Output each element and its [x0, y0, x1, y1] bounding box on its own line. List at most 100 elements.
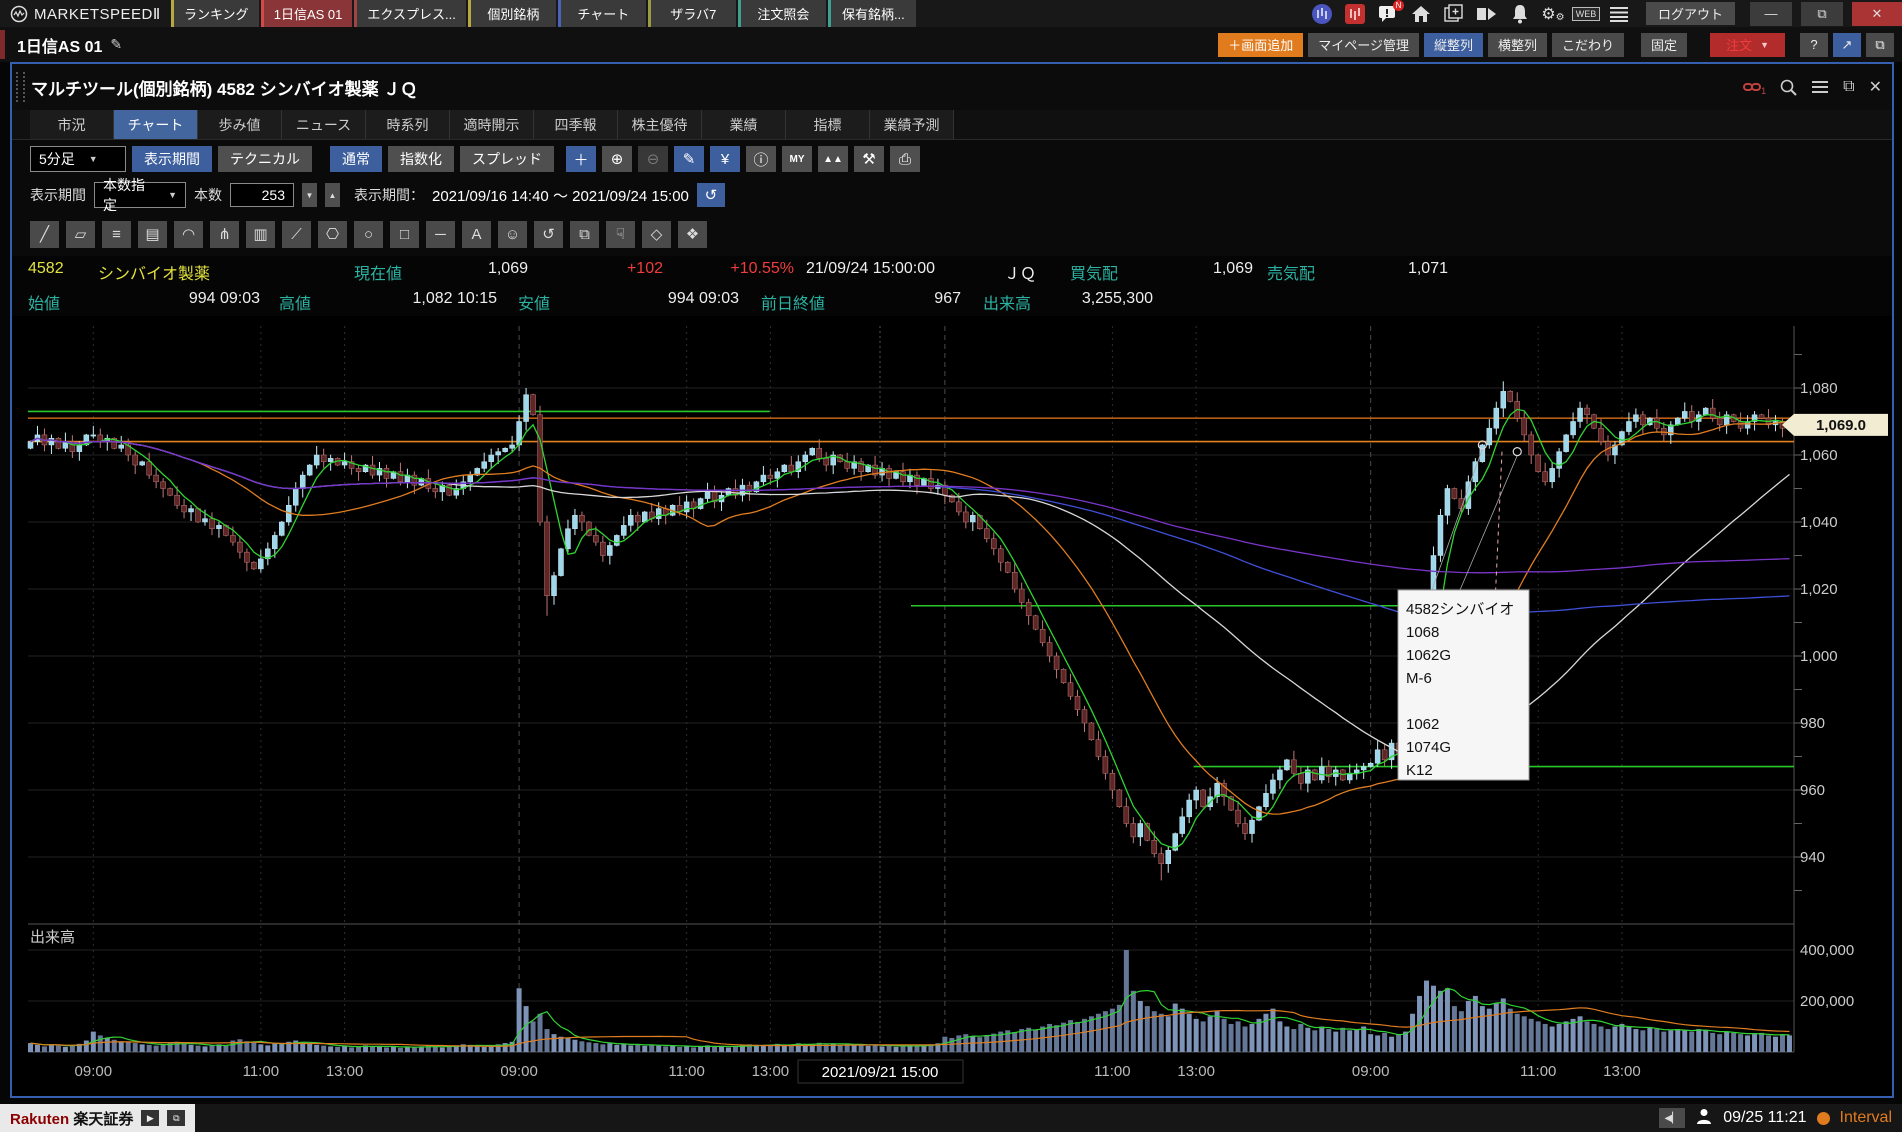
price-mode-button[interactable]: ¥: [710, 146, 740, 172]
window-restore-icon[interactable]: ⧉: [1843, 78, 1854, 96]
window-menu-icon[interactable]: [1811, 80, 1829, 94]
menu-tab-個別銘柄[interactable]: 個別銘柄: [468, 0, 556, 27]
fixed-button[interactable]: 固定: [1641, 33, 1687, 57]
count-up-button[interactable]: ▲: [325, 183, 340, 207]
text-tool[interactable]: A: [462, 221, 491, 248]
reset-period-button[interactable]: ↺: [697, 183, 725, 207]
expand-right-icon[interactable]: ▶: [141, 1110, 159, 1126]
chart-window-red-icon[interactable]: [1343, 3, 1367, 25]
order-button[interactable]: 注文▼: [1710, 33, 1785, 57]
help-button[interactable]: ?: [1800, 33, 1828, 57]
add-window-icon[interactable]: [1442, 3, 1466, 25]
popout-arrow-button[interactable]: ↗: [1833, 33, 1861, 57]
news-alert-icon[interactable]: N: [1376, 3, 1400, 25]
settings-gear-icon[interactable]: ⚙⚙: [1541, 3, 1565, 25]
bar-count-input[interactable]: 253: [230, 183, 294, 207]
horizontal-line-tool[interactable]: ─: [426, 221, 455, 248]
menu-tab-エクスプレス...[interactable]: エクスプレス...: [354, 0, 465, 27]
period-mode-select[interactable]: 本数指定▼: [94, 182, 186, 208]
workspace-bar: 1日信AS 01 ✎ ＋画面追加 マイページ管理 縦整列 横整列 こだわり 固定…: [0, 27, 1902, 62]
menu-tab-チャート[interactable]: チャート: [558, 0, 646, 27]
menu-hamburger-icon[interactable]: [1607, 3, 1631, 25]
link-icon[interactable]: 1: [1743, 81, 1766, 93]
normal-mode-button[interactable]: 通常: [330, 146, 382, 172]
tab-業績[interactable]: 業績: [702, 110, 786, 139]
draw-mode-button[interactable]: ✎: [674, 146, 704, 172]
collapse-left-icon[interactable]: ◀▏: [1659, 1108, 1685, 1128]
rectangle-tool[interactable]: □: [390, 221, 419, 248]
ray-lines-tool[interactable]: ⟋: [282, 221, 311, 248]
tab-時系列[interactable]: 時系列: [366, 110, 450, 139]
user-icon[interactable]: [1695, 1107, 1713, 1130]
arc-tool[interactable]: ◠: [174, 221, 203, 248]
window-titlebar[interactable]: マルチツール(個別銘柄) 4582 シンバイオ製薬 ＪＱ 1 ⧉ ✕: [12, 64, 1892, 110]
mypage-button[interactable]: マイページ管理: [1308, 33, 1419, 57]
panel-icon[interactable]: ⧉: [167, 1110, 185, 1126]
tab-株主優待[interactable]: 株主優待: [618, 110, 702, 139]
add-screen-button[interactable]: ＋画面追加: [1218, 33, 1303, 57]
icon-stamp-tool[interactable]: ☺: [498, 221, 527, 248]
copy-tool[interactable]: ⧉: [570, 221, 599, 248]
duplicate-window-button[interactable]: ⧉: [1866, 33, 1894, 57]
index-mode-button[interactable]: 指数化: [388, 146, 454, 172]
menu-tab-保有銘柄...[interactable]: 保有銘柄...: [828, 0, 916, 27]
chart-style-button[interactable]: ▲▲: [818, 146, 848, 172]
tab-適時開示[interactable]: 適時開示: [450, 110, 534, 139]
ruler-tool[interactable]: ▱: [66, 221, 95, 248]
restore-button[interactable]: ⧉: [1801, 2, 1843, 26]
logout-button[interactable]: ログアウト: [1646, 2, 1735, 25]
window-close-icon[interactable]: ✕: [1869, 77, 1882, 97]
chart-settings-button[interactable]: ⚒: [854, 146, 884, 172]
parallel-lines-tool[interactable]: ≡: [102, 221, 131, 248]
technical-button[interactable]: テクニカル: [218, 146, 312, 172]
menu-tab-注文照会[interactable]: 注文照会: [738, 0, 826, 27]
minimize-button[interactable]: —: [1750, 2, 1792, 26]
erase-all-tool[interactable]: ❖: [678, 221, 707, 248]
bell-icon[interactable]: [1508, 3, 1532, 25]
search-icon[interactable]: [1780, 79, 1797, 96]
tab-市況[interactable]: 市況: [30, 110, 114, 139]
ellipse-tool[interactable]: ○: [354, 221, 383, 248]
add-compare-button[interactable]: ＋: [566, 146, 596, 172]
tab-指標[interactable]: 指標: [786, 110, 870, 139]
multi-lines-tool[interactable]: ▤: [138, 221, 167, 248]
chart-window-blue-icon[interactable]: [1310, 3, 1334, 25]
side-panel-icon[interactable]: [1475, 3, 1499, 25]
my-chart-button[interactable]: MY: [782, 146, 812, 172]
close-button[interactable]: ✕: [1852, 2, 1902, 26]
vertical-align-button[interactable]: 縦整列: [1424, 33, 1483, 57]
trendline-tool[interactable]: ╱: [30, 221, 59, 248]
tab-歩み値[interactable]: 歩み値: [198, 110, 282, 139]
spread-button[interactable]: スプレッド: [460, 146, 554, 172]
display-period-button[interactable]: 表示期間: [132, 146, 212, 172]
chart-area[interactable]: 1,0801,0601,0401,0201,000980960940400,00…: [12, 316, 1892, 1096]
candlestick-chart[interactable]: 1,0801,0601,0401,0201,000980960940400,00…: [12, 316, 1890, 1096]
polygon-tool[interactable]: ⎔: [318, 221, 347, 248]
web-link-icon[interactable]: WEB: [1574, 3, 1598, 25]
svg-text:11:00: 11:00: [1520, 1063, 1556, 1080]
home-icon[interactable]: [1409, 3, 1433, 25]
hand-tool[interactable]: ☟: [606, 221, 635, 248]
revert-tool[interactable]: ↺: [534, 221, 563, 248]
menu-tab-ランキング[interactable]: ランキング: [171, 0, 259, 27]
vertical-lines-tool[interactable]: ▥: [246, 221, 275, 248]
svg-text:1,000: 1,000: [1800, 648, 1838, 665]
info-button[interactable]: ⓘ: [746, 146, 776, 172]
eraser-tool[interactable]: ◇: [642, 221, 671, 248]
tab-ニュース[interactable]: ニュース: [282, 110, 366, 139]
tab-四季報[interactable]: 四季報: [534, 110, 618, 139]
print-button[interactable]: ⎙: [890, 146, 920, 172]
zoom-out-button[interactable]: ⊖: [638, 146, 668, 172]
tab-業績予測[interactable]: 業績予測: [870, 110, 954, 139]
edit-pencil-icon[interactable]: ✎: [110, 36, 122, 53]
menu-tab-ザラバ7[interactable]: ザラバ7: [648, 0, 736, 27]
tab-チャート[interactable]: チャート: [114, 110, 198, 139]
fan-lines-tool[interactable]: ⋔: [210, 221, 239, 248]
timeframe-select[interactable]: 5分足▼: [30, 146, 126, 172]
zoom-in-button[interactable]: ⊕: [602, 146, 632, 172]
count-down-button[interactable]: ▼: [302, 183, 317, 207]
horizontal-align-button[interactable]: 横整列: [1488, 33, 1547, 57]
menu-tab-1日信AS 01[interactable]: 1日信AS 01: [261, 0, 353, 27]
drag-grip[interactable]: [16, 72, 25, 102]
custom-button[interactable]: こだわり: [1552, 33, 1624, 57]
